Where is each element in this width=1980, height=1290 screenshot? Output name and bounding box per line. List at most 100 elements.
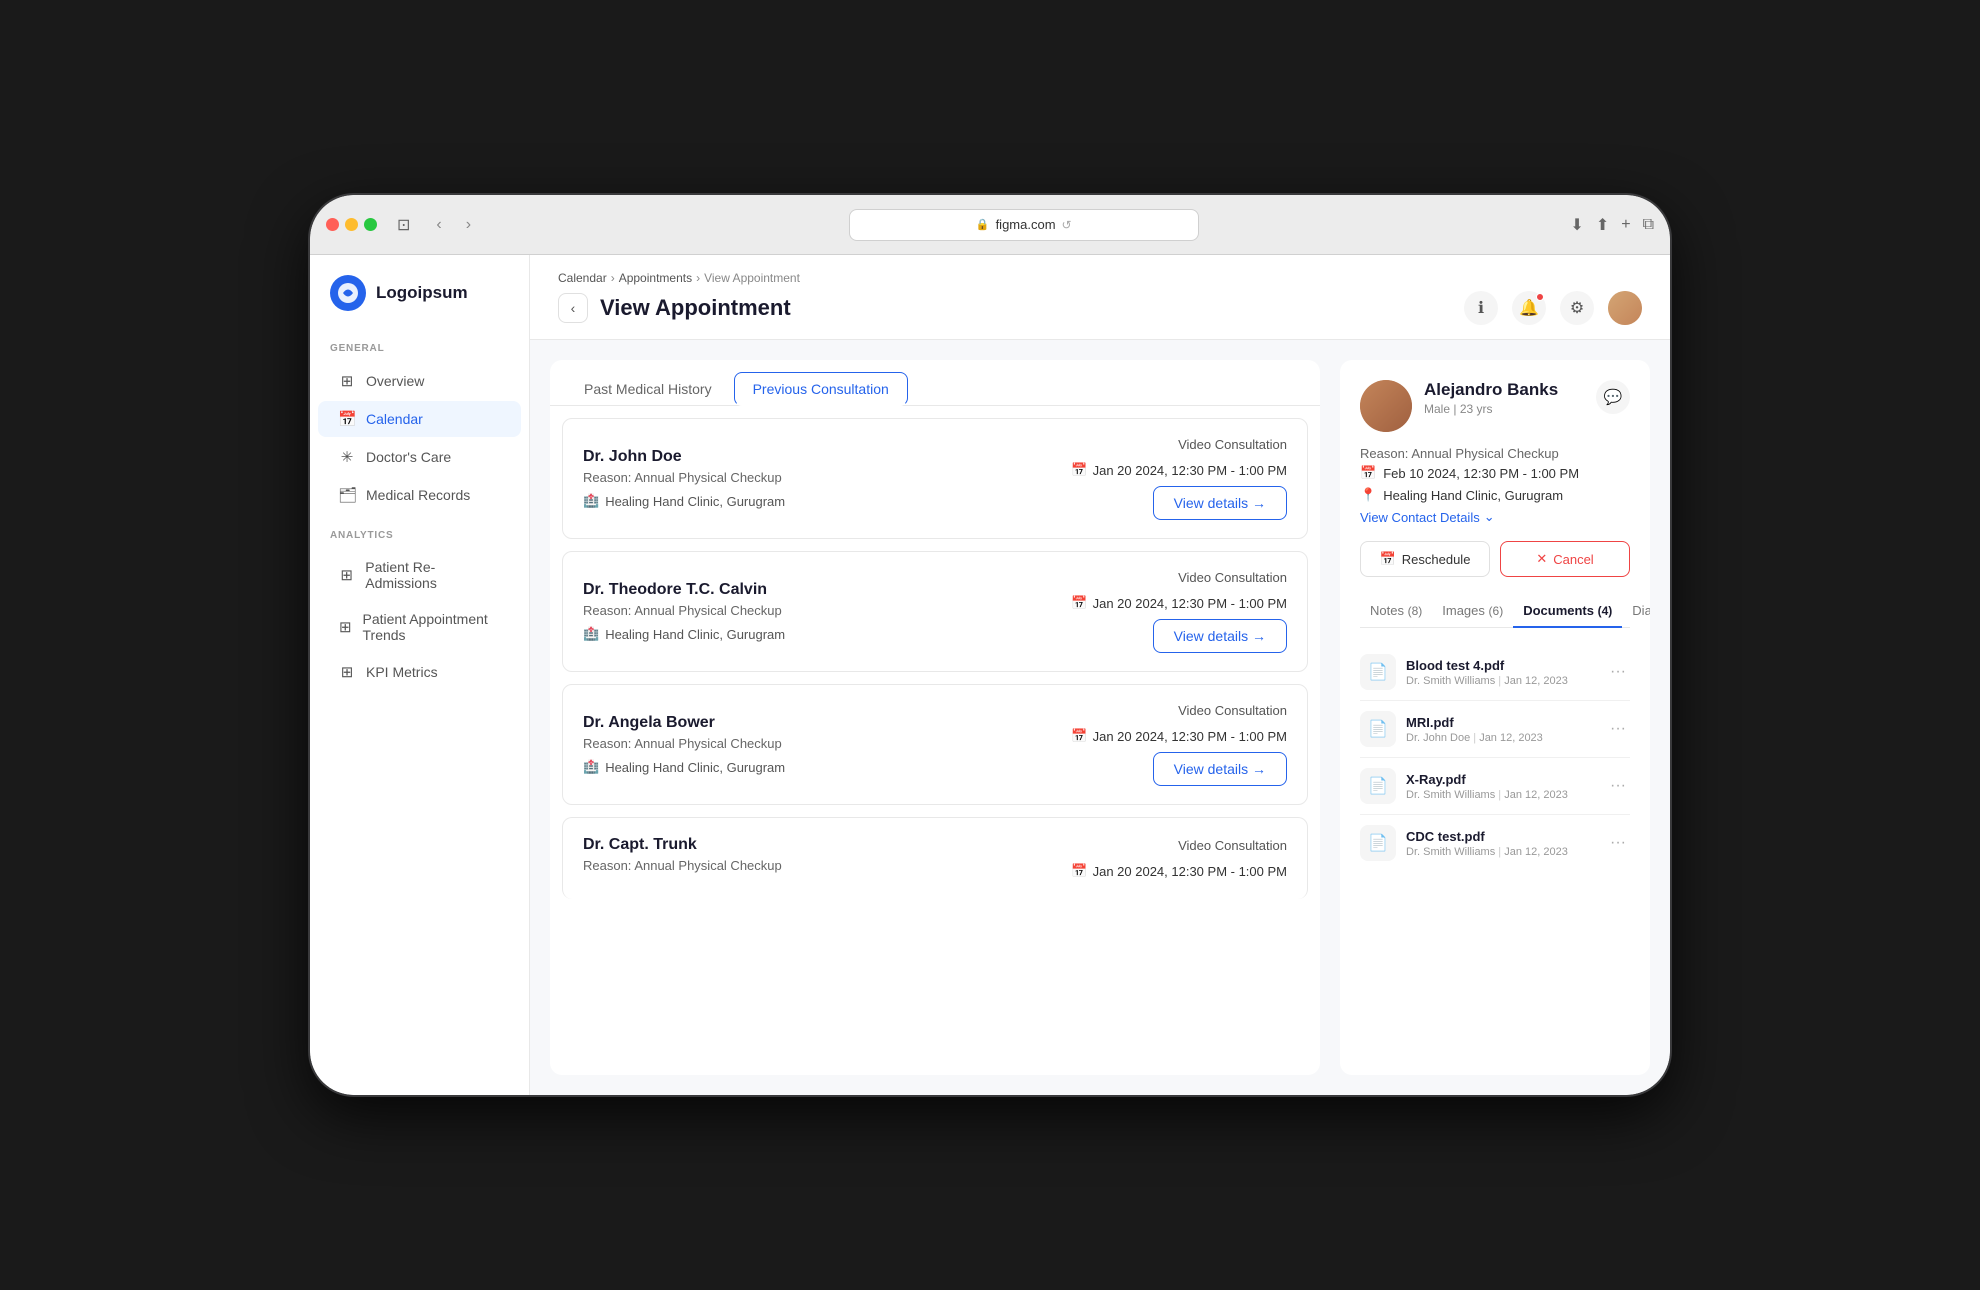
sidebar-item-label: Patient Appointment Trends: [363, 611, 502, 643]
calendar-icon-small: 📅: [1071, 728, 1087, 744]
sidebar-item-medical-records[interactable]: 🗂 Medical Records: [318, 477, 521, 513]
chat-button[interactable]: 💬: [1596, 380, 1630, 414]
readmissions-icon: ⊞: [338, 566, 355, 584]
minimize-window-button[interactable]: [345, 218, 358, 231]
appointment-card: Dr. Theodore T.C. Calvin Reason: Annual …: [562, 551, 1308, 672]
download-icon[interactable]: ⬇: [1570, 215, 1583, 235]
doctor-name: Dr. Theodore T.C. Calvin: [583, 581, 785, 599]
card-location: 🏥 Healing Hand Clinic, Gurugram: [583, 493, 785, 509]
tab-previous-consultation[interactable]: Previous Consultation: [734, 372, 908, 406]
sidebar-item-label: Overview: [366, 373, 424, 389]
sidebar-item-doctors-care[interactable]: ✳ Doctor's Care: [318, 439, 521, 475]
card-reason: Reason: Annual Physical Checkup: [583, 603, 785, 618]
center-panel: Past Medical History Previous Consultati…: [550, 360, 1320, 1075]
appointment-card: Dr. John Doe Reason: Annual Physical Che…: [562, 418, 1308, 539]
document-item: 📄 Blood test 4.pdf Dr. Smith Williams | …: [1360, 644, 1630, 701]
device-frame: ⊡ ‹ › 🔒 figma.com ↺ ⬇ ⬆ + ⧉: [310, 195, 1670, 1095]
doc-icon: 📄: [1360, 825, 1396, 861]
consult-type: Video Consultation: [1178, 437, 1287, 452]
sidebar-item-calendar[interactable]: 📅 Calendar: [318, 401, 521, 437]
tab-images[interactable]: Images (6): [1432, 595, 1513, 628]
card-right: Video Consultation 📅 Jan 20 2024, 12:30 …: [1071, 838, 1287, 879]
calendar-icon-small: 📅: [1071, 595, 1087, 611]
share-icon[interactable]: ⬆: [1596, 215, 1609, 235]
maximize-window-button[interactable]: [364, 218, 377, 231]
doc-menu-button-1[interactable]: ···: [1606, 716, 1630, 742]
breadcrumb-appointments[interactable]: Appointments: [619, 271, 692, 285]
card-location: 🏥 Healing Hand Clinic, Gurugram: [583, 759, 785, 775]
info-button[interactable]: ℹ: [1464, 291, 1498, 325]
action-buttons: 📅 Reschedule ✕ Cancel: [1360, 541, 1630, 577]
new-tab-icon[interactable]: +: [1621, 216, 1630, 234]
view-contact-link[interactable]: View Contact Details ⌄: [1360, 509, 1630, 525]
chevron-down-icon: ⌄: [1484, 509, 1495, 525]
sidebar-toggle-button[interactable]: ⊡: [389, 211, 418, 239]
document-item: 📄 MRI.pdf Dr. John Doe | Jan 12, 2023: [1360, 701, 1630, 758]
card-location: 🏥 Healing Hand Clinic, Gurugram: [583, 626, 785, 642]
user-avatar[interactable]: [1608, 291, 1642, 325]
consult-date: 📅 Jan 20 2024, 12:30 PM - 1:00 PM: [1071, 462, 1287, 478]
calendar-icon-small: 📅: [1071, 863, 1087, 879]
doc-icon: 📄: [1360, 768, 1396, 804]
doc-menu-button-0[interactable]: ···: [1606, 659, 1630, 685]
view-contact-label: View Contact Details: [1360, 510, 1480, 525]
notifications-button[interactable]: 🔔: [1512, 291, 1546, 325]
close-window-button[interactable]: [326, 218, 339, 231]
page-header: Calendar › Appointments › View Appointme…: [530, 255, 1670, 340]
location-icon: 🏥: [583, 626, 599, 642]
logo-text: Logoipsum: [376, 283, 468, 303]
tab-overview-icon[interactable]: ⧉: [1643, 216, 1654, 234]
reload-icon: ↺: [1062, 218, 1072, 232]
doc-meta: Dr. Smith Williams | Jan 12, 2023: [1406, 675, 1596, 687]
tab-documents[interactable]: Documents (4): [1513, 595, 1622, 628]
general-section-label: GENERAL: [310, 343, 529, 362]
analytics-section-label: ANALYTICS: [310, 530, 529, 549]
calendar-detail-icon: 📅: [1360, 465, 1376, 481]
content-area: Past Medical History Previous Consultati…: [530, 340, 1670, 1095]
card-right: Video Consultation 📅 Jan 20 2024, 12:30 …: [1071, 703, 1287, 786]
notification-badge: [1536, 293, 1544, 301]
doc-meta: Dr. Smith Williams | Jan 12, 2023: [1406, 846, 1596, 858]
url-text: figma.com: [996, 217, 1056, 232]
doc-name: X-Ray.pdf: [1406, 772, 1596, 787]
doc-name: Blood test 4.pdf: [1406, 658, 1596, 673]
sidebar-item-patient-readmissions[interactable]: ⊞ Patient Re-Admissions: [318, 550, 521, 600]
tab-past-medical-history[interactable]: Past Medical History: [566, 372, 730, 405]
doc-info: Blood test 4.pdf Dr. Smith Williams | Ja…: [1406, 658, 1596, 687]
consult-type: Video Consultation: [1178, 838, 1287, 853]
forward-browser-button[interactable]: ›: [460, 212, 477, 238]
doctor-name: Dr. John Doe: [583, 448, 785, 466]
lock-icon: 🔒: [976, 218, 990, 231]
view-details-button-2[interactable]: View details →: [1153, 752, 1287, 786]
consult-date: 📅 Jan 20 2024, 12:30 PM - 1:00 PM: [1071, 595, 1287, 611]
sidebar-item-overview[interactable]: ⊞ Overview: [318, 363, 521, 399]
cancel-button[interactable]: ✕ Cancel: [1500, 541, 1630, 577]
location-icon: 🏥: [583, 493, 599, 509]
view-details-button-1[interactable]: View details →: [1153, 619, 1287, 653]
location-text: Healing Hand Clinic, Gurugram: [605, 494, 785, 509]
view-details-button-0[interactable]: View details →: [1153, 486, 1287, 520]
settings-button[interactable]: ⚙: [1560, 291, 1594, 325]
sidebar-item-kpi-metrics[interactable]: ⊞ KPI Metrics: [318, 654, 521, 690]
sidebar-item-patient-appointment-trends[interactable]: ⊞ Patient Appointment Trends: [318, 602, 521, 652]
reschedule-button[interactable]: 📅 Reschedule: [1360, 541, 1490, 577]
kpi-icon: ⊞: [338, 663, 356, 681]
documents-list: 📄 Blood test 4.pdf Dr. Smith Williams | …: [1360, 644, 1630, 871]
tab-notes[interactable]: Notes (8): [1360, 595, 1432, 628]
doc-menu-button-2[interactable]: ···: [1606, 773, 1630, 799]
header-actions: ℹ 🔔 ⚙: [1464, 291, 1642, 325]
back-browser-button[interactable]: ‹: [430, 212, 447, 238]
chat-icon: 💬: [1604, 388, 1623, 406]
back-button[interactable]: ‹: [558, 293, 588, 323]
sidebar-item-label: Patient Re-Admissions: [365, 559, 501, 591]
address-bar[interactable]: 🔒 figma.com ↺: [849, 209, 1199, 241]
doc-menu-button-3[interactable]: ···: [1606, 830, 1630, 856]
bell-icon: 🔔: [1519, 298, 1539, 318]
apt-trends-icon: ⊞: [338, 618, 353, 636]
breadcrumb-calendar[interactable]: Calendar: [558, 271, 607, 285]
tab-diagnostics[interactable]: Diagnostics (6): [1622, 595, 1650, 628]
doc-info: X-Ray.pdf Dr. Smith Williams | Jan 12, 2…: [1406, 772, 1596, 801]
doctor-name: Dr. Angela Bower: [583, 714, 785, 732]
sidebar-item-label: KPI Metrics: [366, 664, 438, 680]
calendar-icon: 📅: [338, 410, 356, 428]
